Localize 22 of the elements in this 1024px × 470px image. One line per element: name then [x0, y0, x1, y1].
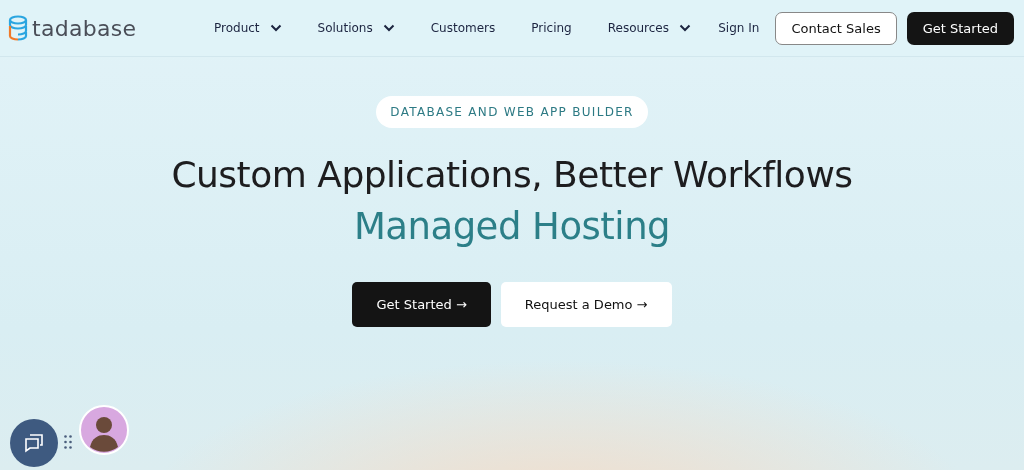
nav-link[interactable]: Solutions — [317, 21, 395, 35]
database-icon — [8, 15, 28, 41]
chat-button[interactable] — [10, 419, 58, 467]
request-demo-button[interactable]: Request a Demo → — [500, 282, 672, 327]
avatar-icon[interactable] — [79, 405, 129, 455]
drag-handle-icon[interactable] — [64, 435, 72, 449]
hero-badge: DATABASE AND WEB APP BUILDER — [376, 96, 648, 128]
nav-link[interactable]: Customers — [430, 21, 496, 35]
get-started-button[interactable]: Get Started — [906, 11, 1014, 45]
chevron-down-icon — [382, 24, 395, 32]
chevron-down-icon — [679, 24, 691, 32]
chat-icon — [22, 431, 46, 455]
chevron-down-icon — [269, 24, 282, 32]
nav-link[interactable]: Product — [214, 21, 282, 35]
contact-sales-button[interactable]: Contact Sales — [775, 11, 897, 45]
nav-link[interactable]: Resources — [607, 21, 691, 35]
hero-subtitle: Managed Hosting — [353, 205, 671, 248]
get-started-button[interactable]: Get Started → — [352, 282, 491, 327]
sign-in-link[interactable]: Sign In — [718, 21, 760, 35]
logo-text[interactable]: tadabase — [32, 15, 137, 41]
nav-link[interactable]: Pricing — [531, 21, 572, 35]
hero-title: Custom Applications, Better Workflows — [171, 154, 853, 195]
